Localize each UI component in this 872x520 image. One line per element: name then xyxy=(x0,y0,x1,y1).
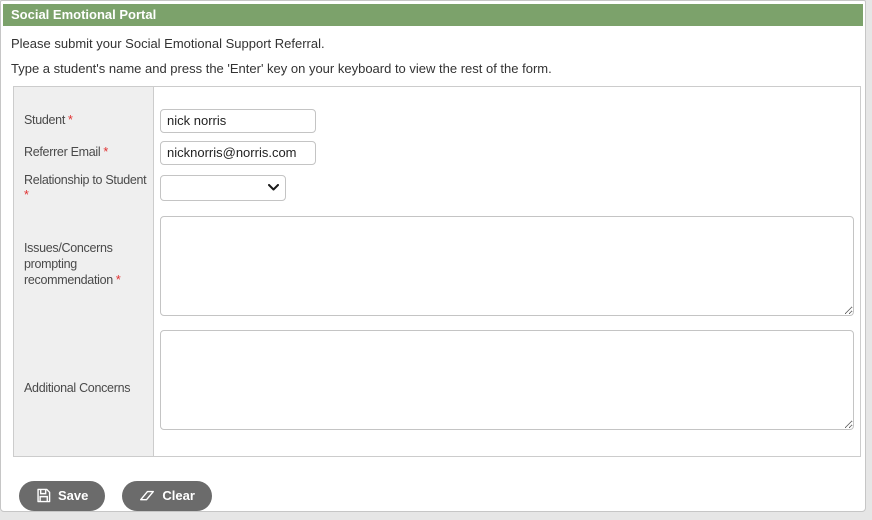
student-input[interactable] xyxy=(160,108,316,133)
eraser-icon xyxy=(140,491,155,501)
relationship-label: Relationship to Student xyxy=(24,172,147,187)
additional-concerns-label: Additional Concerns xyxy=(24,380,131,395)
referral-form-table: Student* Referrer Email* Relationship to… xyxy=(13,86,861,457)
page-title: Social Emotional Portal xyxy=(11,7,157,22)
issues-row: Issues/Concerns prompting recommendation… xyxy=(13,207,861,322)
floppy-disk-icon xyxy=(37,488,51,503)
student-row: Student * xyxy=(13,104,861,137)
additional-concerns-textarea[interactable] xyxy=(160,329,854,430)
additional-concerns-label-cell: Additional Concerns xyxy=(13,321,154,457)
student-label-cell: Student * xyxy=(13,104,154,137)
instruction-line-2: Type a student's name and press the 'Ent… xyxy=(11,61,552,76)
instructions-block: Please submit your Social Emotional Supp… xyxy=(1,26,865,76)
clear-button[interactable]: Clear xyxy=(122,480,212,511)
button-row: Save Clear xyxy=(19,480,865,511)
student-label: Student xyxy=(24,112,65,127)
additional-concerns-row: Additional Concerns xyxy=(13,321,861,457)
referrer-email-input[interactable] xyxy=(160,140,316,165)
relationship-select-wrap xyxy=(160,175,286,202)
referrer-email-row: Referrer Email * xyxy=(13,136,861,169)
relationship-row: Relationship to Student * xyxy=(13,168,861,208)
spacer-row xyxy=(13,86,861,105)
save-button-label: Save xyxy=(58,488,89,504)
clear-button-label: Clear xyxy=(162,488,195,504)
required-asterisk: * xyxy=(24,188,29,203)
referrer-email-label: Referrer Email xyxy=(24,144,101,159)
relationship-select[interactable] xyxy=(160,175,286,202)
required-asterisk: * xyxy=(115,272,121,287)
instruction-line-1: Please submit your Social Emotional Supp… xyxy=(11,36,325,51)
required-asterisk: * xyxy=(68,112,73,127)
relationship-label-cell: Relationship to Student * xyxy=(13,168,154,208)
required-asterisk: * xyxy=(103,144,108,159)
issues-label: Issues/Concerns prompting recommendation xyxy=(24,241,113,287)
portal-card: Social Emotional Portal Please submit yo… xyxy=(0,0,866,512)
issues-label-cell: Issues/Concerns prompting recommendation… xyxy=(13,207,154,322)
portal-header-bar: Social Emotional Portal xyxy=(3,4,863,26)
issues-textarea[interactable] xyxy=(160,215,854,316)
save-button[interactable]: Save xyxy=(19,480,106,511)
referrer-email-label-cell: Referrer Email * xyxy=(13,136,154,169)
